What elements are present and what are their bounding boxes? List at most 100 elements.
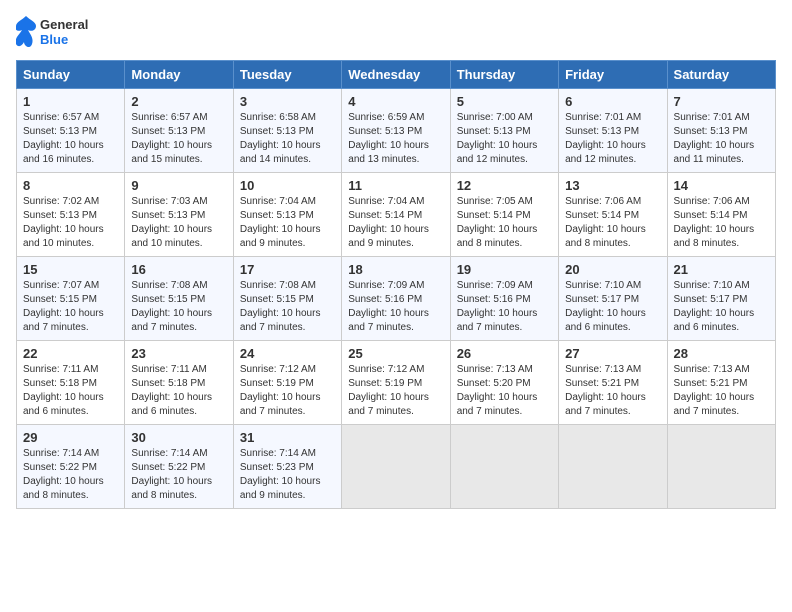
logo-blue: Blue bbox=[40, 32, 88, 47]
day-number: 1 bbox=[23, 94, 118, 109]
day-detail: Sunrise: 7:11 AM Sunset: 5:18 PM Dayligh… bbox=[23, 363, 118, 419]
calendar-cell: 23Sunrise: 7:11 AM Sunset: 5:18 PM Dayli… bbox=[125, 341, 233, 425]
calendar-cell: 14Sunrise: 7:06 AM Sunset: 5:14 PM Dayli… bbox=[667, 173, 775, 257]
day-detail: Sunrise: 7:08 AM Sunset: 5:15 PM Dayligh… bbox=[131, 279, 226, 335]
logo-general: General bbox=[40, 17, 88, 32]
day-detail: Sunrise: 7:12 AM Sunset: 5:19 PM Dayligh… bbox=[240, 363, 335, 419]
day-number: 5 bbox=[457, 94, 552, 109]
calendar-cell: 26 Sunrise: 7:13 AM Sunset: 5:20 PM Dayli… bbox=[450, 341, 558, 425]
day-number: 8 bbox=[23, 178, 118, 193]
calendar-cell: 20 Sunrise: 7:10 AM Sunset: 5:17 PM Dayli… bbox=[559, 257, 667, 341]
logo-bird-icon bbox=[16, 16, 36, 48]
calendar-cell: 31 Sunrise: 7:14 AM Sunset: 5:23 PM Dayli… bbox=[233, 425, 341, 509]
day-detail: Sunrise: 6:58 AM Sunset: 5:13 PM Dayligh… bbox=[240, 111, 335, 167]
day-number: 3 bbox=[240, 94, 335, 109]
calendar-week-4: 22 Sunrise: 7:11 AM Sunset: 5:18 PM Dayli… bbox=[17, 341, 776, 425]
day-number: 12 bbox=[457, 178, 552, 193]
day-number: 6 bbox=[565, 94, 660, 109]
day-detail: Sunrise: 7:01 AM Sunset: 5:13 PM Dayligh… bbox=[674, 111, 769, 167]
day-detail: Sunrise: 7:06 AM Sunset: 5:14 PM Dayligh… bbox=[674, 195, 769, 251]
column-header-saturday: Saturday bbox=[667, 61, 775, 89]
column-header-sunday: Sunday bbox=[17, 61, 125, 89]
day-number: 11 bbox=[348, 178, 443, 193]
calendar-week-1: 1 Sunrise: 6:57 AM Sunset: 5:13 PM Daylig… bbox=[17, 89, 776, 173]
column-header-wednesday: Wednesday bbox=[342, 61, 450, 89]
day-detail: Sunrise: 7:09 AM Sunset: 5:16 PM Dayligh… bbox=[457, 279, 552, 335]
day-number: 28 bbox=[674, 346, 769, 361]
day-number: 22 bbox=[23, 346, 118, 361]
day-number: 31 bbox=[240, 430, 335, 445]
calendar-cell bbox=[342, 425, 450, 509]
day-detail: Sunrise: 7:10 AM Sunset: 5:17 PM Dayligh… bbox=[565, 279, 660, 335]
day-number: 27 bbox=[565, 346, 660, 361]
calendar-cell: 1 Sunrise: 6:57 AM Sunset: 5:13 PM Daylig… bbox=[17, 89, 125, 173]
day-detail: Sunrise: 7:13 AM Sunset: 5:20 PM Dayligh… bbox=[457, 363, 552, 419]
day-detail: Sunrise: 6:59 AM Sunset: 5:13 PM Dayligh… bbox=[348, 111, 443, 167]
day-detail: Sunrise: 7:06 AM Sunset: 5:14 PM Dayligh… bbox=[565, 195, 660, 251]
calendar-cell: 2 Sunrise: 6:57 AM Sunset: 5:13 PM Daylig… bbox=[125, 89, 233, 173]
column-header-monday: Monday bbox=[125, 61, 233, 89]
day-detail: Sunrise: 7:02 AM Sunset: 5:13 PM Dayligh… bbox=[23, 195, 118, 251]
day-detail: Sunrise: 7:00 AM Sunset: 5:13 PM Dayligh… bbox=[457, 111, 552, 167]
day-detail: Sunrise: 6:57 AM Sunset: 5:13 PM Dayligh… bbox=[131, 111, 226, 167]
calendar-cell: 28 Sunrise: 7:13 AM Sunset: 5:21 PM Dayli… bbox=[667, 341, 775, 425]
calendar-cell: 7 Sunrise: 7:01 AM Sunset: 5:13 PM Daylig… bbox=[667, 89, 775, 173]
day-number: 18 bbox=[348, 262, 443, 277]
day-detail: Sunrise: 7:05 AM Sunset: 5:14 PM Dayligh… bbox=[457, 195, 552, 251]
column-header-thursday: Thursday bbox=[450, 61, 558, 89]
day-detail: Sunrise: 6:57 AM Sunset: 5:13 PM Dayligh… bbox=[23, 111, 118, 167]
day-number: 19 bbox=[457, 262, 552, 277]
column-header-friday: Friday bbox=[559, 61, 667, 89]
day-number: 7 bbox=[674, 94, 769, 109]
calendar-cell: 30 Sunrise: 7:14 AM Sunset: 5:22 PM Dayli… bbox=[125, 425, 233, 509]
day-detail: Sunrise: 7:12 AM Sunset: 5:19 PM Dayligh… bbox=[348, 363, 443, 419]
calendar-cell bbox=[450, 425, 558, 509]
day-number: 2 bbox=[131, 94, 226, 109]
day-number: 21 bbox=[674, 262, 769, 277]
calendar-cell: 22 Sunrise: 7:11 AM Sunset: 5:18 PM Dayli… bbox=[17, 341, 125, 425]
day-detail: Sunrise: 7:07 AM Sunset: 5:15 PM Dayligh… bbox=[23, 279, 118, 335]
day-detail: Sunrise: 7:14 AM Sunset: 5:22 PM Dayligh… bbox=[131, 447, 226, 503]
day-detail: Sunrise: 7:09 AM Sunset: 5:16 PM Dayligh… bbox=[348, 279, 443, 335]
column-header-tuesday: Tuesday bbox=[233, 61, 341, 89]
day-detail: Sunrise: 7:10 AM Sunset: 5:17 PM Dayligh… bbox=[674, 279, 769, 335]
calendar-cell: 12 Sunrise: 7:05 AM Sunset: 5:14 PM Dayli… bbox=[450, 173, 558, 257]
day-number: 9 bbox=[131, 178, 226, 193]
calendar-cell: 27 Sunrise: 7:13 AM Sunset: 5:21 PM Dayli… bbox=[559, 341, 667, 425]
calendar-cell: 5 Sunrise: 7:00 AM Sunset: 5:13 PM Daylig… bbox=[450, 89, 558, 173]
day-number: 16 bbox=[131, 262, 226, 277]
calendar-week-2: 8 Sunrise: 7:02 AM Sunset: 5:13 PM Daylig… bbox=[17, 173, 776, 257]
day-detail: Sunrise: 7:14 AM Sunset: 5:23 PM Dayligh… bbox=[240, 447, 335, 503]
calendar-cell: 18 Sunrise: 7:09 AM Sunset: 5:16 PM Dayli… bbox=[342, 257, 450, 341]
calendar-cell: 21 Sunrise: 7:10 AM Sunset: 5:17 PM Dayli… bbox=[667, 257, 775, 341]
day-number: 30 bbox=[131, 430, 226, 445]
calendar-cell bbox=[667, 425, 775, 509]
logo: General Blue bbox=[16, 16, 88, 48]
page-header: General Blue bbox=[16, 16, 776, 48]
calendar-cell: 25Sunrise: 7:12 AM Sunset: 5:19 PM Dayli… bbox=[342, 341, 450, 425]
calendar-cell: 10Sunrise: 7:04 AM Sunset: 5:13 PM Dayli… bbox=[233, 173, 341, 257]
day-detail: Sunrise: 7:14 AM Sunset: 5:22 PM Dayligh… bbox=[23, 447, 118, 503]
calendar-table: SundayMondayTuesdayWednesdayThursdayFrid… bbox=[16, 60, 776, 509]
day-number: 26 bbox=[457, 346, 552, 361]
day-detail: Sunrise: 7:01 AM Sunset: 5:13 PM Dayligh… bbox=[565, 111, 660, 167]
day-detail: Sunrise: 7:03 AM Sunset: 5:13 PM Dayligh… bbox=[131, 195, 226, 251]
calendar-cell: 11 Sunrise: 7:04 AM Sunset: 5:14 PM Dayli… bbox=[342, 173, 450, 257]
calendar-cell: 29Sunrise: 7:14 AM Sunset: 5:22 PM Dayli… bbox=[17, 425, 125, 509]
calendar-header-row: SundayMondayTuesdayWednesdayThursdayFrid… bbox=[17, 61, 776, 89]
calendar-cell: 15Sunrise: 7:07 AM Sunset: 5:15 PM Dayli… bbox=[17, 257, 125, 341]
day-detail: Sunrise: 7:13 AM Sunset: 5:21 PM Dayligh… bbox=[674, 363, 769, 419]
calendar-body: 1 Sunrise: 6:57 AM Sunset: 5:13 PM Daylig… bbox=[17, 89, 776, 509]
calendar-week-3: 15Sunrise: 7:07 AM Sunset: 5:15 PM Dayli… bbox=[17, 257, 776, 341]
calendar-cell: 17Sunrise: 7:08 AM Sunset: 5:15 PM Dayli… bbox=[233, 257, 341, 341]
calendar-cell: 6 Sunrise: 7:01 AM Sunset: 5:13 PM Daylig… bbox=[559, 89, 667, 173]
day-detail: Sunrise: 7:04 AM Sunset: 5:14 PM Dayligh… bbox=[348, 195, 443, 251]
calendar-cell: 16 Sunrise: 7:08 AM Sunset: 5:15 PM Dayli… bbox=[125, 257, 233, 341]
calendar-week-5: 29Sunrise: 7:14 AM Sunset: 5:22 PM Dayli… bbox=[17, 425, 776, 509]
day-number: 20 bbox=[565, 262, 660, 277]
day-number: 4 bbox=[348, 94, 443, 109]
calendar-cell: 24Sunrise: 7:12 AM Sunset: 5:19 PM Dayli… bbox=[233, 341, 341, 425]
calendar-cell: 8 Sunrise: 7:02 AM Sunset: 5:13 PM Daylig… bbox=[17, 173, 125, 257]
calendar-cell: 3 Sunrise: 6:58 AM Sunset: 5:13 PM Daylig… bbox=[233, 89, 341, 173]
day-detail: Sunrise: 7:13 AM Sunset: 5:21 PM Dayligh… bbox=[565, 363, 660, 419]
